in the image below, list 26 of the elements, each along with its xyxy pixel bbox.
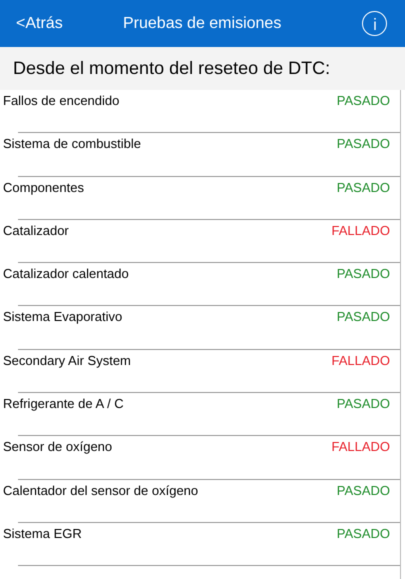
test-result: PASADO [336,92,390,110]
test-name: Catalizador [3,222,69,240]
test-result: FALLADO [331,438,390,456]
info-icon[interactable] [362,11,387,36]
test-result: PASADO [336,265,390,284]
test-result: PASADO [336,135,390,154]
test-name: Catalizador calentado [3,265,129,284]
test-name: Componentes [3,178,84,197]
test-name: Sistema EGR [3,524,82,543]
test-result: PASADO [336,524,390,543]
test-name: Sistema de combustible [3,135,142,154]
test-name: Sensor de oxígeno [3,438,112,456]
test-name: Refrigerante de A / C [3,395,124,414]
test-name: Secondary Air System [3,352,131,370]
test-result: FALLADO [331,222,390,240]
test-name: Calentador del sensor de oxígeno [3,482,198,500]
back-button[interactable]: <Atrás [16,12,63,36]
test-result: PASADO [336,482,390,500]
test-result: PASADO [336,178,390,197]
nav-title: Pruebas de emisiones [123,14,282,34]
test-result: FALLADO [331,352,390,370]
section-header-text: Desde el momento del reseteo de DTC: [13,57,330,80]
test-result: PASADO [336,395,390,414]
test-name: Fallos de encendido [3,92,120,110]
test-name: Sistema Evaporativo [3,308,122,326]
test-result: PASADO [336,308,390,326]
